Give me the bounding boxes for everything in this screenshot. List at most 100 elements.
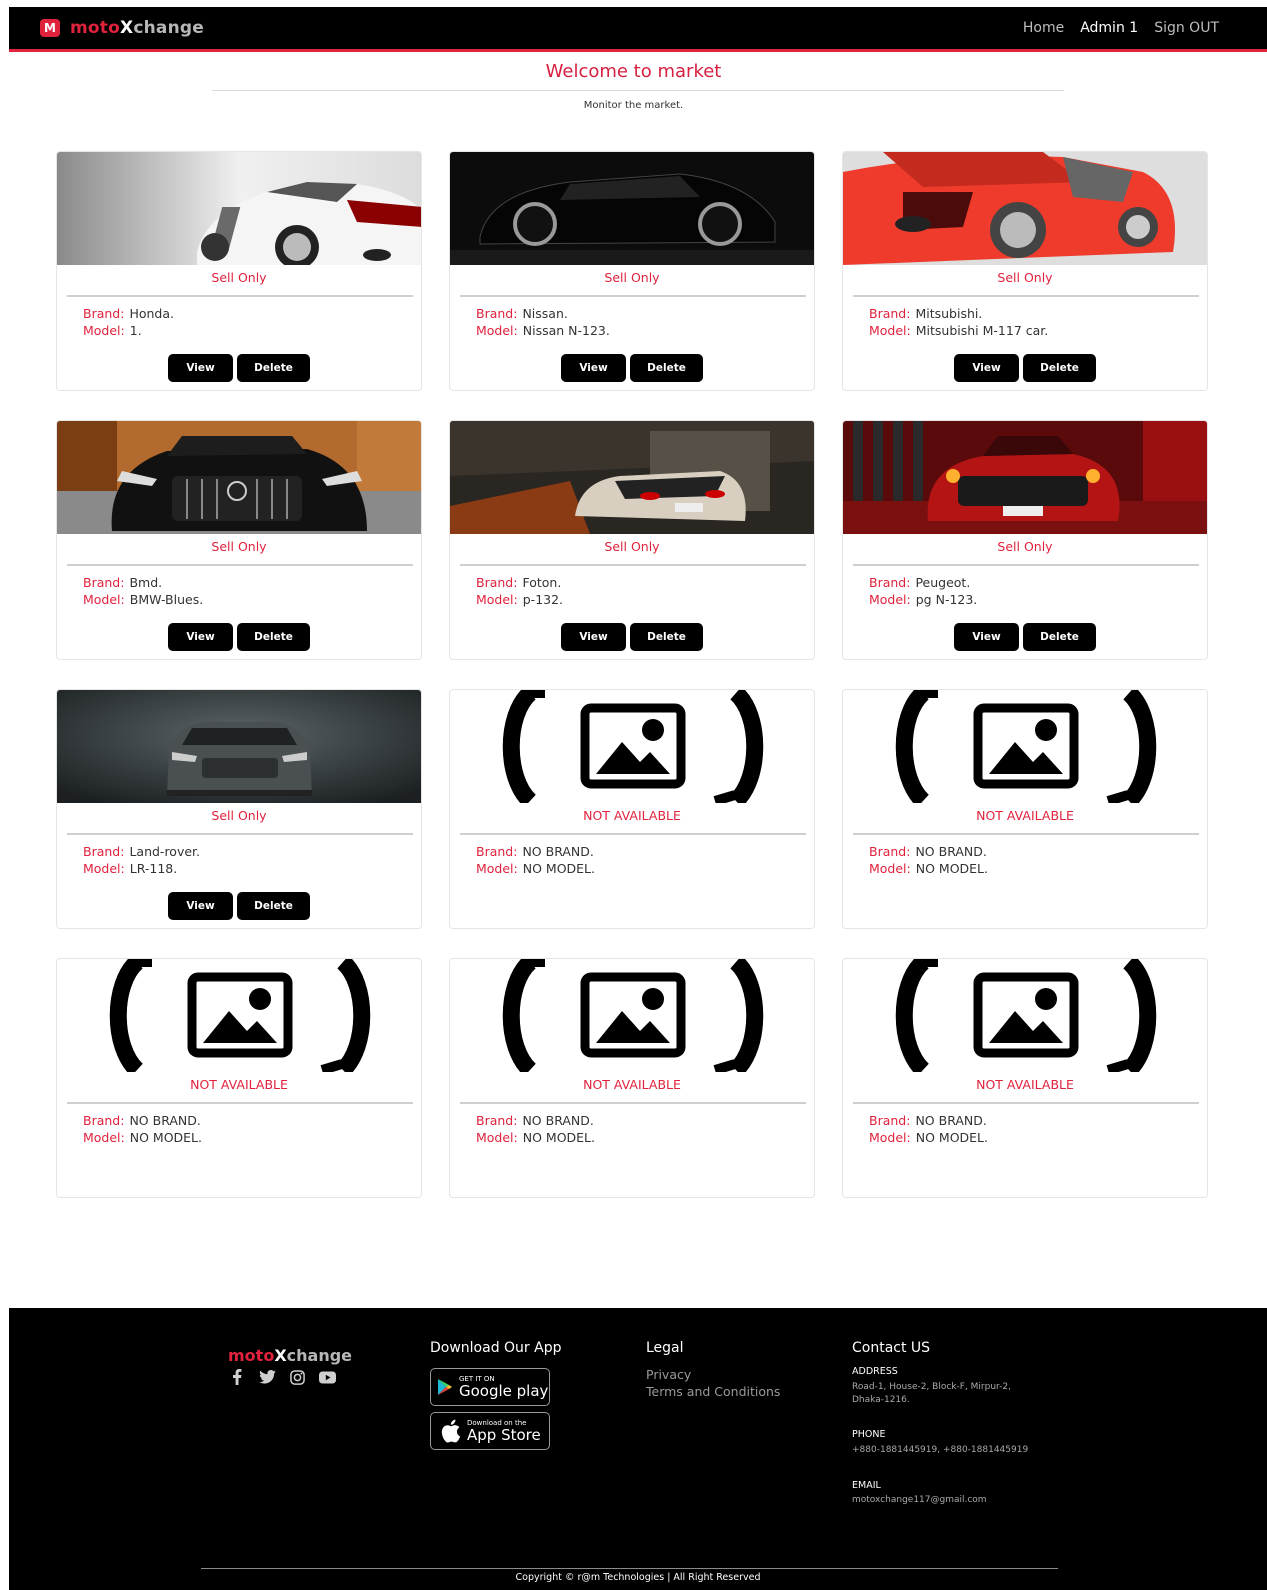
email-label: EMAIL [852, 1480, 881, 1491]
car-photo-white-car-rear[interactable] [450, 421, 814, 534]
brand-value: NO BRAND. [129, 1113, 201, 1128]
view-button[interactable]: View [954, 354, 1019, 382]
car-card: NOT AVAILABLE Brand: NO BRAND. Model: NO M… [842, 689, 1208, 929]
top-navbar: M motoXchange Home Admin 1 Sign OUT [9, 7, 1267, 52]
image-placeholder-icon [57, 959, 422, 1072]
brand-label: Brand: [83, 306, 125, 321]
email-value[interactable]: motoxchange117@gmail.com [852, 1494, 987, 1507]
brand-label: Brand: [83, 575, 125, 590]
delete-button[interactable]: Delete [237, 354, 310, 382]
model-value: NO MODEL. [522, 1130, 595, 1145]
page-title: Welcome to market [545, 61, 722, 82]
facebook-icon[interactable] [228, 1369, 246, 1385]
model-value: BMW-Blues. [129, 592, 204, 607]
instagram-icon[interactable] [288, 1369, 306, 1385]
card-status-tag: Sell Only [997, 539, 1053, 554]
brand-value: Bmd. [129, 575, 163, 590]
view-button[interactable]: View [561, 354, 626, 382]
car-photo-red-sports-car[interactable] [843, 152, 1207, 265]
model-label: Model: [83, 861, 125, 876]
brand-label: Brand: [476, 844, 518, 859]
view-button[interactable]: View [954, 623, 1019, 651]
address-line-1: Road-1, House-2, Block-F, Mirpur-2, [852, 1382, 1012, 1392]
logo-text-x: X [120, 18, 134, 38]
view-button[interactable]: View [168, 354, 233, 382]
download-app-heading: Download Our App [430, 1340, 562, 1356]
brand-logo[interactable]: M motoXchange [40, 18, 204, 38]
view-button[interactable]: View [561, 623, 626, 651]
contact-heading: Contact US [852, 1340, 931, 1356]
model-label: Model: [476, 1130, 518, 1145]
car-photo-red-car-rear[interactable] [843, 421, 1207, 534]
model-value: Mitsubishi M-117 car. [915, 323, 1049, 338]
youtube-icon[interactable] [318, 1369, 336, 1385]
delete-button[interactable]: Delete [237, 623, 310, 651]
brand-label: Brand: [476, 306, 518, 321]
model-label: Model: [869, 1130, 911, 1145]
brand-value: NO BRAND. [915, 844, 987, 859]
delete-button[interactable]: Delete [1023, 354, 1096, 382]
nav-home-link[interactable]: Home [1023, 20, 1064, 36]
model-value: p-132. [522, 592, 564, 607]
brand-label: Brand: [83, 844, 125, 859]
car-photo-grey-suv-front[interactable] [57, 690, 421, 803]
card-status-tag: Sell Only [211, 270, 267, 285]
privacy-link[interactable]: Privacy [646, 1367, 691, 1382]
brand-label: Brand: [476, 1113, 518, 1128]
car-card: Sell Only Brand: Honda. Model: 1. View Dele… [56, 151, 422, 391]
legal-heading: Legal [646, 1340, 684, 1356]
nav-admin-link[interactable]: Admin 1 [1080, 20, 1138, 36]
model-value: NO MODEL. [129, 1130, 202, 1145]
car-card: Sell Only Brand: Foton. Model: p-132. View… [449, 420, 815, 660]
view-button[interactable]: View [168, 623, 233, 651]
address-line-2: Dhaka-1216. [852, 1395, 910, 1405]
nav-signout-link[interactable]: Sign OUT [1154, 20, 1219, 36]
image-placeholder-icon [450, 690, 815, 803]
delete-button[interactable]: Delete [237, 892, 310, 920]
twitter-icon[interactable] [258, 1369, 276, 1385]
page-subtitle: Monitor the market. [583, 100, 684, 111]
card-status-tag: Sell Only [997, 270, 1053, 285]
brand-value: NO BRAND. [522, 1113, 594, 1128]
brand-value: Mitsubishi. [915, 306, 983, 321]
brand-label: Brand: [869, 844, 911, 859]
model-value: NO MODEL. [522, 861, 595, 876]
delete-button[interactable]: Delete [1023, 623, 1096, 651]
card-status-tag: Sell Only [211, 539, 267, 554]
logo-text-moto: moto [70, 18, 120, 38]
card-status-tag: Sell Only [604, 539, 660, 554]
model-label: Model: [83, 592, 125, 607]
car-card: NOT AVAILABLE Brand: NO BRAND. Model: NO M… [56, 958, 422, 1198]
image-placeholder-icon [843, 690, 1208, 803]
delete-button[interactable]: Delete [630, 623, 703, 651]
app-store-button[interactable]: Download on the App Store [430, 1412, 550, 1450]
brand-value: NO BRAND. [915, 1113, 987, 1128]
delete-button[interactable]: Delete [630, 354, 703, 382]
title-divider [212, 90, 1064, 91]
brand-value: Peugeot. [915, 575, 971, 590]
brand-label: Brand: [869, 1113, 911, 1128]
model-label: Model: [869, 323, 911, 338]
social-links [228, 1369, 336, 1385]
logo-text-change: change [133, 18, 204, 38]
view-button[interactable]: View [168, 892, 233, 920]
brand-value: Land-rover. [129, 844, 201, 859]
model-label: Model: [869, 861, 911, 876]
car-photo-black-sports-car[interactable] [450, 152, 814, 265]
card-status-tag: NOT AVAILABLE [583, 1077, 681, 1092]
car-photo-white-sports-car[interactable] [57, 152, 421, 265]
car-photo-black-car-front[interactable] [57, 421, 421, 534]
card-status-tag: NOT AVAILABLE [976, 1077, 1074, 1092]
google-play-button[interactable]: GET IT ON Google play [430, 1368, 550, 1406]
car-card: NOT AVAILABLE Brand: NO BRAND. Model: NO M… [842, 958, 1208, 1198]
car-card: NOT AVAILABLE Brand: NO BRAND. Model: NO M… [449, 958, 815, 1198]
car-card: Sell Only Brand: Nissan. Model: Nissan N-1… [449, 151, 815, 391]
brand-label: Brand: [83, 1113, 125, 1128]
card-status-tag: NOT AVAILABLE [583, 808, 681, 823]
car-card: Sell Only Brand: Peugeot. Model: pg N-123.… [842, 420, 1208, 660]
footer-logo[interactable]: motoXchange [228, 1346, 352, 1365]
terms-link[interactable]: Terms and Conditions [646, 1384, 780, 1399]
brand-value: Foton. [522, 575, 562, 590]
model-label: Model: [476, 323, 518, 338]
model-value: pg N-123. [915, 592, 978, 607]
